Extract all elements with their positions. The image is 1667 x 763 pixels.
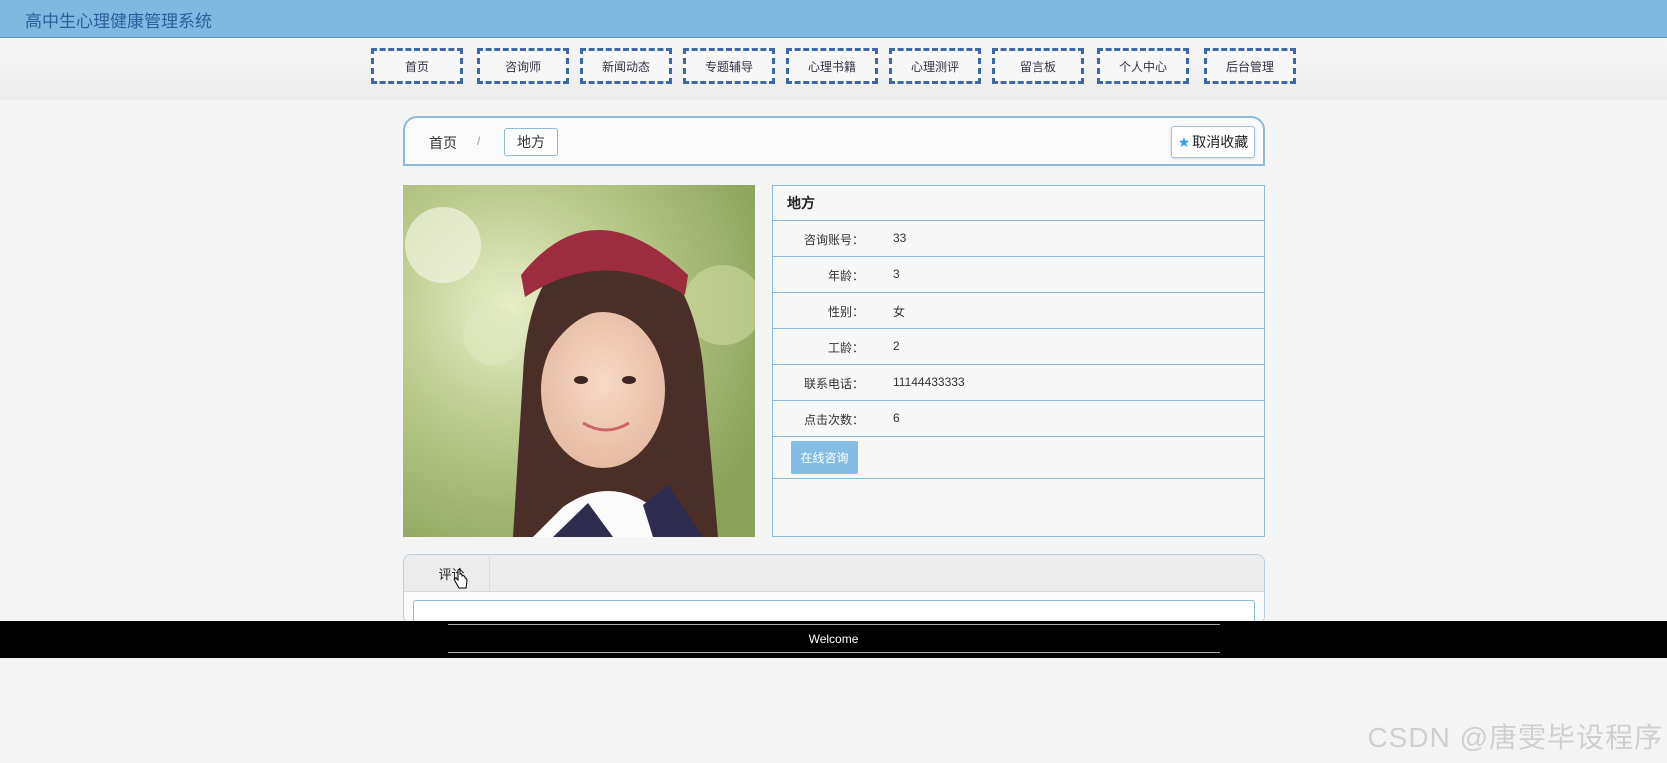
watermark: CSDN @唐雯毕设程序 xyxy=(1367,722,1663,753)
nav-item-home[interactable]: 首页 xyxy=(371,48,463,84)
info-row-gender: 性别： 女 xyxy=(773,293,1264,329)
info-row-phone: 联系电话： 11144433333 xyxy=(773,365,1264,401)
nav-item-personal-center[interactable]: 个人中心 xyxy=(1097,48,1189,84)
breadcrumb-separator: / xyxy=(477,134,481,148)
nav-item-message-board[interactable]: 留言板 xyxy=(992,48,1084,84)
breadcrumb: 首页 / 地方 ★ 取消收藏 xyxy=(403,116,1265,166)
footer-text: Welcome xyxy=(808,632,859,646)
footer-divider-bottom xyxy=(448,652,1220,653)
nav-item-news[interactable]: 新闻动态 xyxy=(580,48,672,84)
app-title: 高中生心理健康管理系统 xyxy=(25,12,212,31)
info-label: 年龄： xyxy=(827,269,864,283)
comment-tab-bar: 评论 xyxy=(404,555,1264,592)
top-bar: 高中生心理健康管理系统 xyxy=(0,0,1667,38)
nav-item-topics[interactable]: 专题辅导 xyxy=(683,48,775,84)
nav-item-assessment[interactable]: 心理测评 xyxy=(889,48,981,84)
info-row-age: 年龄： 3 xyxy=(773,257,1264,293)
info-label: 联系电话： xyxy=(803,377,864,391)
counselor-info-panel: 地方 咨询账号： 33 年龄： 3 性别： 女 工龄： 2 联系电话： 1114… xyxy=(772,185,1265,537)
info-row-seniority: 工龄： 2 xyxy=(773,329,1264,365)
nav-item-books[interactable]: 心理书籍 xyxy=(786,48,878,84)
unfavorite-label: 取消收藏 xyxy=(1192,134,1249,150)
info-label: 工龄： xyxy=(827,341,864,355)
nav-item-counselors[interactable]: 咨询师 xyxy=(477,48,569,84)
info-row-clicks: 点击次数： 6 xyxy=(773,401,1264,437)
star-icon: ★ xyxy=(1177,133,1191,150)
counselor-name: 地方 xyxy=(773,186,1264,221)
consult-row: 在线咨询 xyxy=(773,437,1264,479)
info-value: 11144433333 xyxy=(893,375,965,389)
nav-item-admin[interactable]: 后台管理 xyxy=(1204,48,1296,84)
info-value: 33 xyxy=(893,231,907,245)
info-value: 2 xyxy=(893,339,900,353)
info-value: 女 xyxy=(893,305,906,319)
info-value: 3 xyxy=(893,267,900,281)
tab-comments[interactable]: 评论 xyxy=(414,555,490,591)
info-label: 点击次数： xyxy=(803,413,864,427)
info-value: 6 xyxy=(893,411,900,425)
footer: Welcome xyxy=(0,621,1667,658)
breadcrumb-home[interactable]: 首页 xyxy=(429,133,457,153)
info-row-account: 咨询账号： 33 xyxy=(773,221,1264,257)
hand-cursor-icon xyxy=(454,569,468,589)
breadcrumb-current: 地方 xyxy=(504,128,558,156)
footer-divider-top xyxy=(448,624,1220,625)
comment-section: 评论 xyxy=(403,554,1265,624)
counselor-photo xyxy=(403,185,755,537)
info-label: 咨询账号： xyxy=(803,233,864,247)
unfavorite-button[interactable]: ★ 取消收藏 xyxy=(1171,126,1255,158)
info-label: 性别： xyxy=(827,305,864,319)
online-consult-button[interactable]: 在线咨询 xyxy=(791,441,858,474)
